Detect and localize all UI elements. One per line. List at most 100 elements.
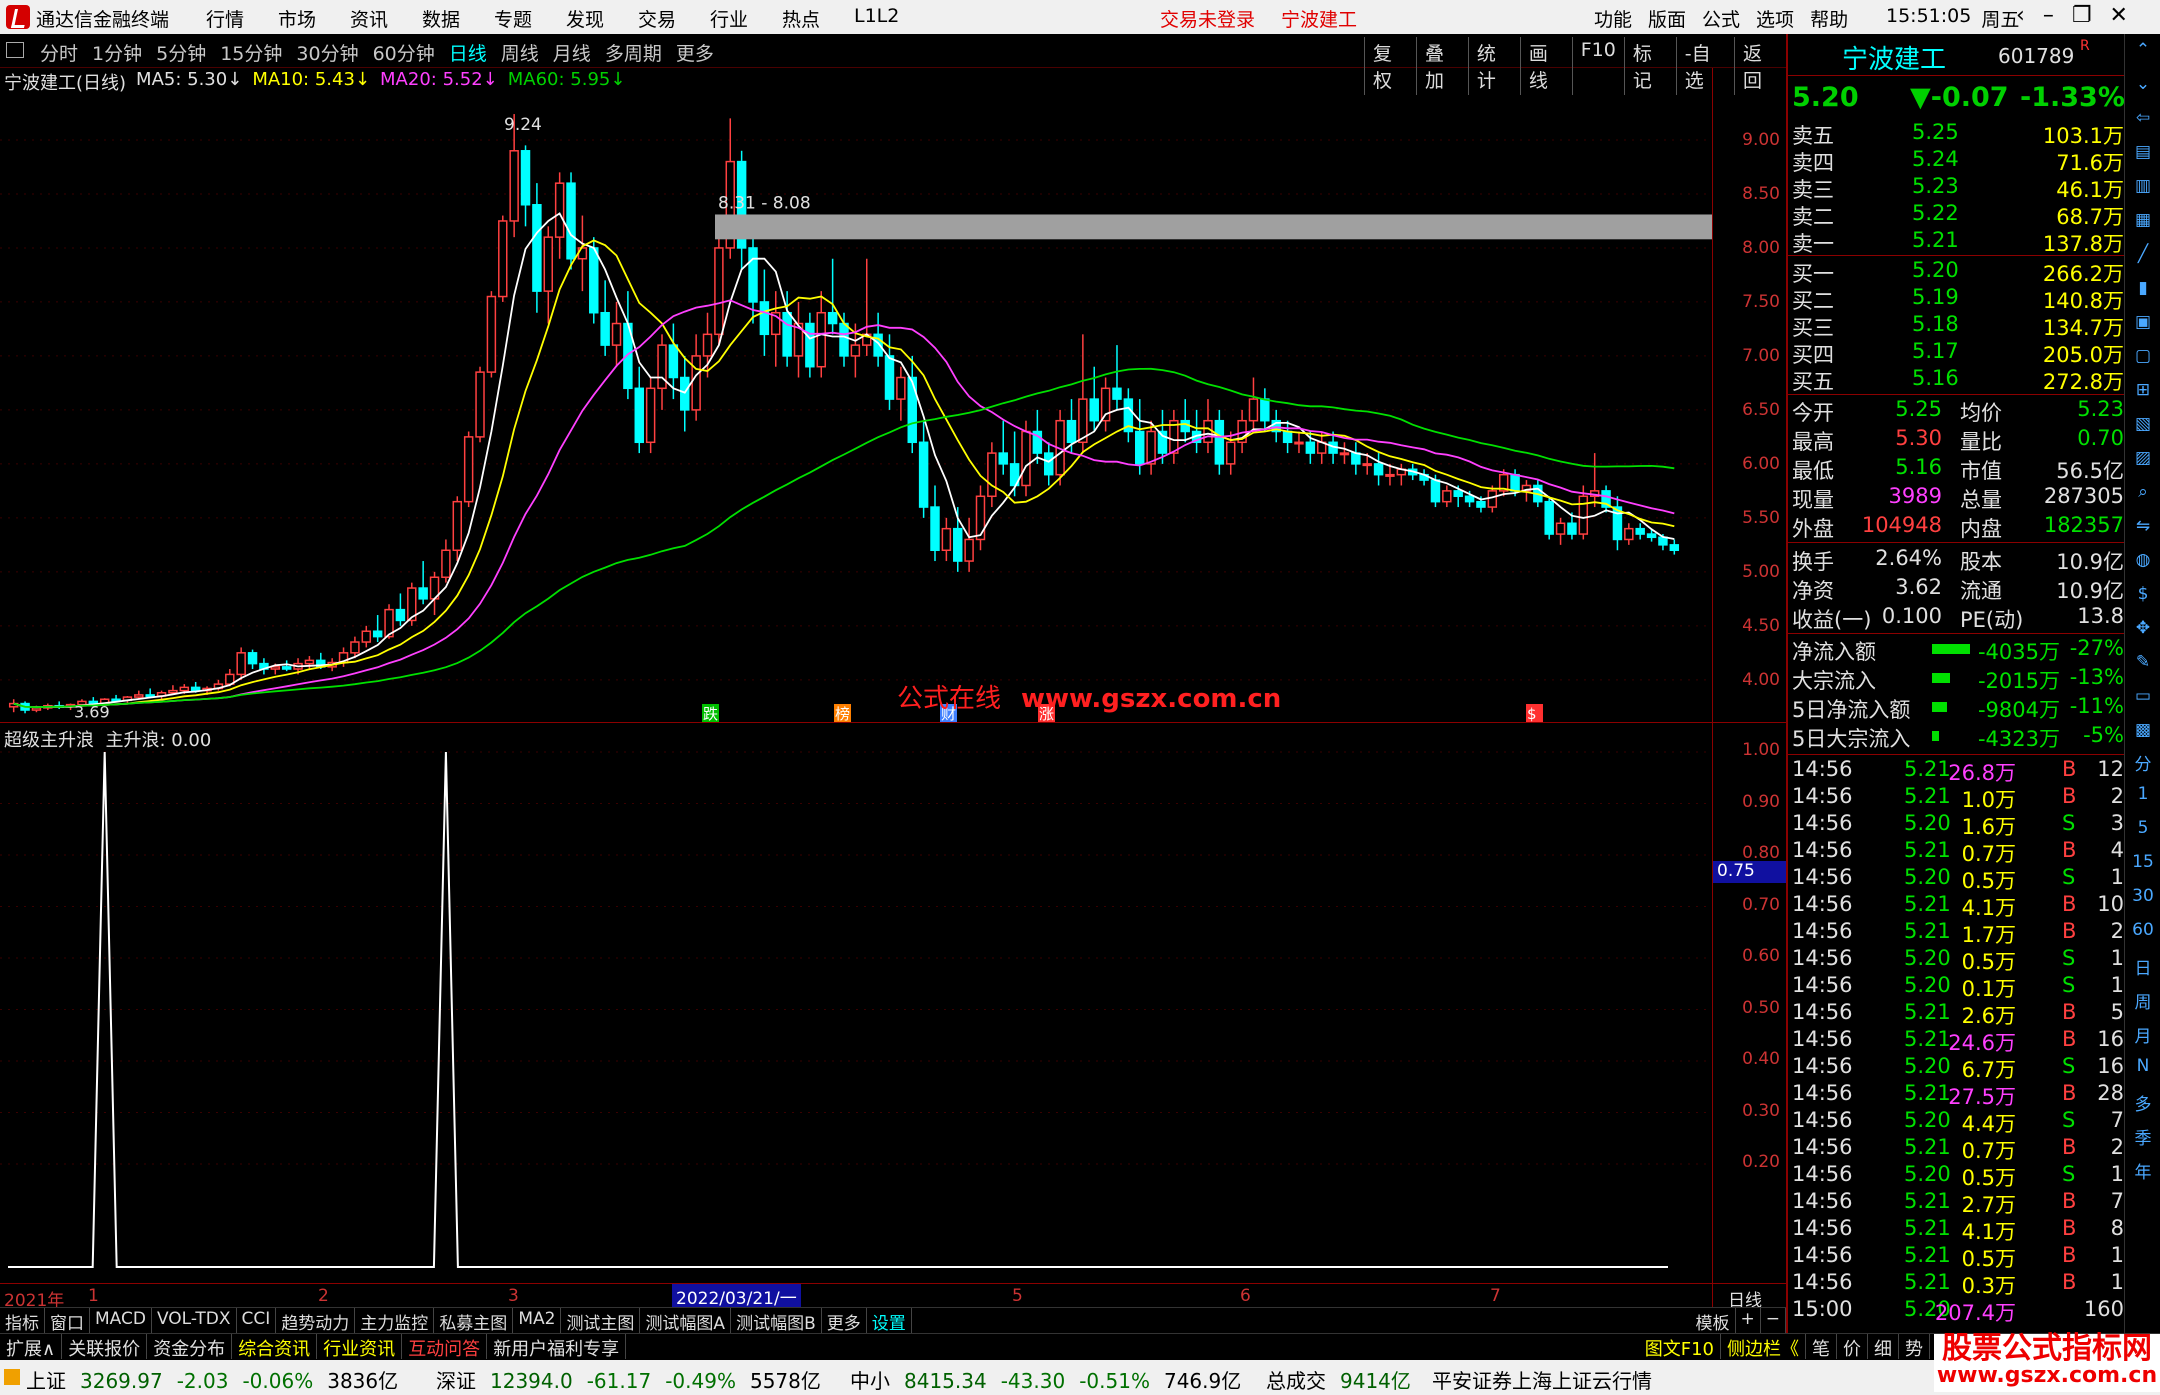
left-arrow-icon[interactable]: ⇦	[2131, 108, 2155, 130]
tick-row[interactable]: 14:56 5.21 26.8万 B 12	[1792, 757, 2124, 785]
bid-row[interactable]: 买一 5.20 266.2万	[1792, 258, 2124, 286]
indicator-chart[interactable]	[0, 740, 1712, 1308]
money-icon[interactable]: $	[2131, 584, 2155, 606]
indicator-tab[interactable]: CCI	[237, 1308, 277, 1333]
period-shortcut[interactable]: 日	[2131, 954, 2155, 979]
menu-item-right[interactable]: 功能	[1594, 5, 1632, 32]
list-icon[interactable]: ▤	[2131, 142, 2155, 164]
menu-item[interactable]: 数据	[422, 5, 494, 32]
tick-row[interactable]: 14:56 5.21 1.0万 B 2	[1792, 784, 2124, 812]
period-tab[interactable]: 月线	[553, 39, 591, 66]
bottom-tab[interactable]: 资金分布	[147, 1334, 233, 1360]
stock-name[interactable]: 宁波建工	[1842, 39, 1946, 76]
bid-row[interactable]: 买五 5.16 272.8万	[1792, 366, 2124, 394]
period-shortcut[interactable]: 多	[2131, 1090, 2155, 1115]
ask-row[interactable]: 卖五 5.25 103.1万	[1792, 120, 2124, 148]
indicator-tab[interactable]: 设置	[867, 1308, 912, 1334]
tick-row[interactable]: 14:56 5.20 4.4万 S 7	[1792, 1108, 2124, 1136]
period-shortcut[interactable]: 15	[2131, 852, 2155, 874]
menu-item[interactable]: 市场	[278, 5, 350, 32]
tick-row[interactable]: 14:56 5.21 0.3万 B 1	[1792, 1270, 2124, 1298]
f10-icon[interactable]: ▢	[2131, 346, 2155, 368]
tick-row[interactable]: 14:56 5.21 0.7万 B 2	[1792, 1135, 2124, 1163]
period-tab[interactable]: 5分钟	[156, 39, 206, 66]
status-item[interactable]: 宁波建工	[1281, 5, 1357, 32]
tick-row[interactable]: 14:56 5.21 1.7万 B 2	[1792, 919, 2124, 947]
period-tab[interactable]: 周线	[501, 39, 539, 66]
menu-item[interactable]: 发现	[566, 5, 638, 32]
menu-item[interactable]: 交易	[638, 5, 710, 32]
indicator-tab[interactable]: 更多	[822, 1308, 867, 1334]
stat-row[interactable]: 收益(一) 0.100 PE(动) 13.8	[1792, 604, 2124, 632]
menu-item[interactable]: 专题	[494, 5, 566, 32]
compare-icon[interactable]: ⇋	[2131, 516, 2155, 538]
ask-row[interactable]: 卖三 5.23 46.1万	[1792, 174, 2124, 202]
pen-icon[interactable]: ✎	[2131, 652, 2155, 674]
bottom-tab[interactable]: 扩展∧	[0, 1334, 63, 1360]
bid-row[interactable]: 买三 5.18 134.7万	[1792, 312, 2124, 340]
indicator-tab[interactable]: VOL-TDX	[152, 1308, 237, 1333]
bottom-right-tab[interactable]: 细	[1868, 1334, 1899, 1360]
tick-row[interactable]: 14:56 5.21 2.6万 B 5	[1792, 1000, 2124, 1028]
menu-item[interactable]: 资讯	[350, 5, 422, 32]
bottom-right-tab[interactable]: 图文F10	[1639, 1334, 1721, 1360]
index-shenzhen[interactable]: 深证 12394.0 -61.17 -0.49% 5578亿	[436, 1365, 835, 1394]
close-icon[interactable]: ✕	[2110, 3, 2128, 28]
tab-action-button[interactable]: 模板	[1691, 1308, 1736, 1334]
fs-icon[interactable]: ▭	[2131, 686, 2155, 708]
table-icon[interactable]: ▧	[2131, 414, 2155, 436]
tick-row[interactable]: 14:56 5.21 0.7万 B 4	[1792, 838, 2124, 866]
indicator-tab[interactable]: 指标	[0, 1308, 45, 1334]
period-tab[interactable]: 更多	[676, 39, 714, 66]
tick-row[interactable]: 14:56 5.20 0.5万 S 1	[1792, 946, 2124, 974]
tick-row[interactable]: 14:56 5.21 4.1万 B 10	[1792, 892, 2124, 920]
capital-icon[interactable]: ▨	[2131, 448, 2155, 470]
period-shortcut[interactable]: 30	[2131, 886, 2155, 908]
stat-row[interactable]: 最低 5.16 市值 56.5亿	[1792, 455, 2124, 483]
tick-row[interactable]: 14:56 5.21 27.5万 B 28	[1792, 1081, 2124, 1109]
news-icon[interactable]: ▣	[2131, 312, 2155, 334]
stat-row[interactable]: 外盘 104948 内盘 182357	[1792, 513, 2124, 541]
layout-toggle-icon[interactable]	[6, 42, 24, 58]
flow-row[interactable]: 大宗流入 -2015万 -13%	[1792, 665, 2124, 693]
tick-row[interactable]: 14:56 5.20 6.7万 S 16	[1792, 1054, 2124, 1082]
back-icon[interactable]: ‹	[2016, 3, 2025, 28]
stat-row[interactable]: 最高 5.30 量比 0.70	[1792, 426, 2124, 454]
menu-item[interactable]: 行业	[710, 5, 782, 32]
indicator-tab[interactable]: 趋势动力	[276, 1308, 356, 1334]
line-icon[interactable]: ╱	[2131, 244, 2155, 266]
indicator-tab[interactable]: 测试幅图B	[731, 1308, 822, 1334]
period-tab[interactable]: 60分钟	[373, 39, 435, 66]
bid-row[interactable]: 买四 5.17 205.0万	[1792, 339, 2124, 367]
bid-row[interactable]: 买二 5.19 140.8万	[1792, 285, 2124, 313]
bottom-right-tab[interactable]: 价	[1837, 1334, 1868, 1360]
tick-row[interactable]: 14:56 5.20 0.5万 S 1	[1792, 1162, 2124, 1190]
down-arrow-icon[interactable]: ⌄	[2131, 74, 2155, 96]
indicator-tab[interactable]: MA2	[513, 1308, 562, 1333]
status-icon[interactable]	[4, 1369, 20, 1385]
tick-row[interactable]: 14:56 5.20 1.6万 S 3	[1792, 811, 2124, 839]
menu-item-right[interactable]: 公式	[1702, 5, 1740, 32]
menu-item-right[interactable]: 选项	[1756, 5, 1794, 32]
period-tab[interactable]: 日线	[449, 39, 487, 66]
bar-icon[interactable]: ▦	[2131, 210, 2155, 232]
indicator-tab[interactable]: 窗口	[45, 1308, 90, 1334]
search-icon[interactable]: ⌕	[2131, 482, 2155, 504]
stat-row[interactable]: 现量 3989 总量 287305	[1792, 484, 2124, 512]
stat-row[interactable]: 净资 3.62 流通 10.9亿	[1792, 575, 2124, 603]
period-tab[interactable]: 30分钟	[296, 39, 358, 66]
flow-row[interactable]: 5日净流入额 -9804万 -11%	[1792, 694, 2124, 722]
move-icon[interactable]: ✥	[2131, 618, 2155, 640]
period-shortcut[interactable]: 年	[2131, 1158, 2155, 1183]
period-tab[interactable]: 多周期	[605, 39, 662, 66]
up-arrow-icon[interactable]: ⌃	[2131, 40, 2155, 62]
menu-item-right[interactable]: 帮助	[1810, 5, 1848, 32]
period-tab[interactable]: 1分钟	[92, 39, 142, 66]
bottom-right-tab[interactable]: 势	[1899, 1334, 1930, 1360]
candle-icon[interactable]: ▮	[2131, 278, 2155, 300]
tick-row[interactable]: 14:56 5.20 0.5万 S 1	[1792, 865, 2124, 893]
tick-row[interactable]: 15:00 5.20 207.4万 160	[1792, 1297, 2124, 1325]
period-shortcut[interactable]: 月	[2131, 1022, 2155, 1047]
period-shortcut[interactable]: 60	[2131, 920, 2155, 942]
total-turnover[interactable]: 总成交 9414亿	[1266, 1365, 1425, 1394]
